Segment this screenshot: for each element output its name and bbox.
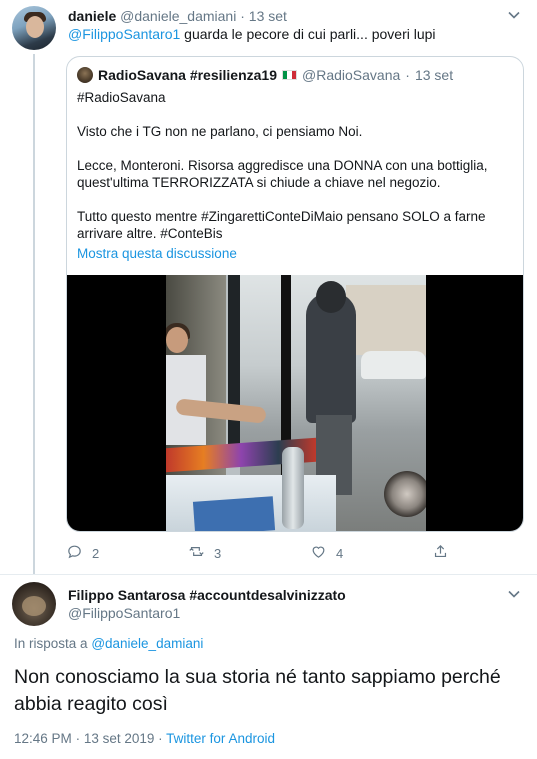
avatar-radiosavana	[77, 67, 93, 83]
quoted-author-handle: @RadioSavana	[302, 67, 401, 83]
tweet-actions: 2 3 4	[66, 543, 526, 565]
client-link[interactable]: Twitter for Android	[166, 731, 275, 746]
show-thread-link[interactable]: Mostra questa discussione	[77, 246, 237, 261]
like-count: 4	[336, 545, 344, 561]
share-icon	[432, 543, 449, 563]
quoted-paragraph: Lecce, Monteroni. Risorsa aggredisce una…	[77, 158, 488, 190]
chevron-down-icon[interactable]	[507, 587, 521, 601]
separator: ·	[405, 67, 410, 83]
tweet-text: @FilippoSantaro1 guarda le pecore di cui…	[68, 26, 436, 42]
quoted-paragraph: Visto che i TG non ne parlano, ci pensia…	[77, 124, 363, 139]
quoted-tweet-text: #RadioSavana Visto che i TG non ne parla…	[77, 89, 517, 259]
share-button[interactable]	[432, 543, 449, 563]
author-name[interactable]: daniele	[68, 8, 116, 24]
reply-author-name[interactable]: Filippo Santarosa #accountdesalvinizzato	[68, 587, 346, 603]
reply-count: 2	[92, 545, 100, 561]
quoted-paragraph: Tutto questo mentre #ZingarettiConteDiMa…	[77, 209, 486, 241]
like-button[interactable]: 4	[310, 543, 343, 563]
mention-link[interactable]: @FilippoSantaro1	[68, 26, 180, 42]
quoted-tweet-date: 13 set	[414, 67, 454, 83]
heart-icon	[310, 543, 327, 563]
quoted-tweet[interactable]: RadioSavana #resilienza19 @RadioSavana ·…	[66, 56, 524, 532]
divider	[0, 574, 537, 575]
separator: ·	[75, 731, 81, 746]
quoted-author-name: RadioSavana #resilienza19	[98, 67, 277, 83]
in-reply-to: In risposta a @daniele_damiani	[14, 636, 203, 651]
reply-author-handle[interactable]: @FilippoSantaro1	[68, 605, 180, 621]
chevron-down-icon[interactable]	[507, 8, 521, 22]
in-reply-prefix: In risposta a	[14, 636, 88, 651]
reply-button[interactable]: 2	[66, 543, 99, 563]
retweet-count: 3	[214, 545, 222, 561]
tweet-full-date[interactable]: 13 set 2019	[84, 731, 155, 746]
separator: ·	[158, 731, 163, 746]
tweet-body: guarda le pecore di cui parli... poveri …	[184, 26, 436, 42]
tweet-date[interactable]: 13 set	[249, 8, 287, 24]
separator: ·	[240, 8, 245, 24]
tweet-daniele[interactable]: daniele @daniele_damiani · 13 set @Filip…	[0, 0, 537, 575]
tweet-meta: 12:46 PM · 13 set 2019 · Twitter for And…	[14, 731, 275, 746]
italian-flag-icon	[282, 70, 297, 80]
tweet-header: daniele @daniele_damiani · 13 set	[68, 8, 287, 24]
avatar-filippo[interactable]	[12, 582, 56, 626]
avatar-daniele[interactable]	[12, 6, 56, 50]
quoted-tweet-header: RadioSavana #resilienza19 @RadioSavana ·…	[77, 67, 453, 83]
retweet-icon	[188, 543, 205, 563]
retweet-button[interactable]: 3	[188, 543, 221, 563]
video-player[interactable]	[67, 275, 523, 531]
quoted-paragraph: #RadioSavana	[77, 90, 166, 105]
reply-text: Non conosciamo la sua storia né tanto sa…	[14, 666, 501, 715]
in-reply-to-link[interactable]: @daniele_damiani	[91, 636, 203, 651]
comment-icon	[66, 543, 83, 563]
thread-line	[33, 54, 35, 574]
tweet-time[interactable]: 12:46 PM	[14, 731, 72, 746]
author-handle[interactable]: @daniele_damiani	[120, 8, 236, 24]
video-thumbnail	[166, 275, 426, 531]
